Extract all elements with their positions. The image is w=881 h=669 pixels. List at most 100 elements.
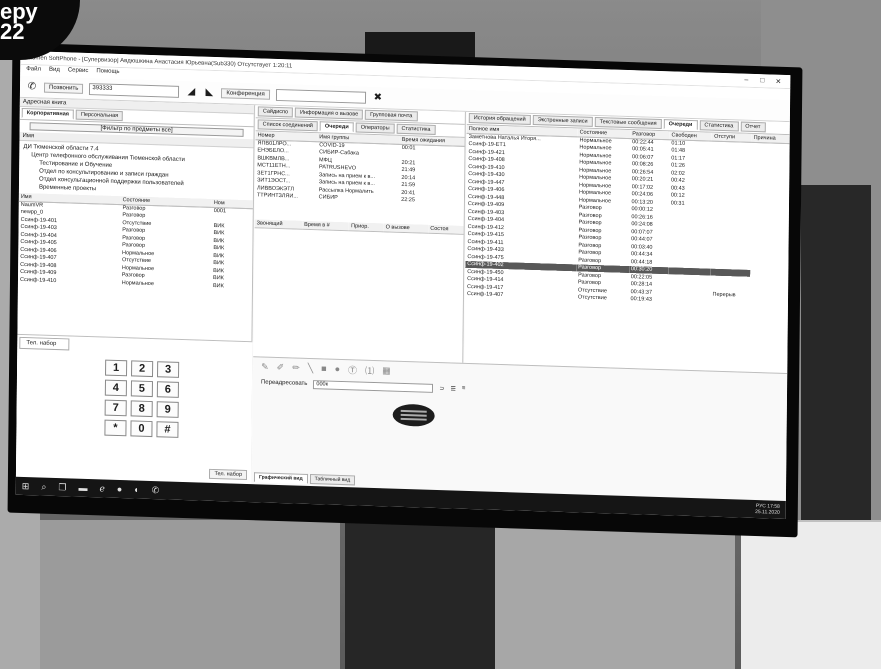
- column-header[interactable]: Звонящий: [254, 219, 303, 229]
- subtab-queues[interactable]: Очереди: [319, 121, 354, 133]
- tab-graphic-view[interactable]: Графический вид: [253, 472, 308, 484]
- table-cell: 22:25: [401, 197, 415, 204]
- keypad-key[interactable]: 0: [130, 420, 153, 438]
- tab-history[interactable]: История обращений: [468, 112, 531, 125]
- link-icon[interactable]: ⊃: [439, 385, 444, 392]
- column-header[interactable]: О вызове: [383, 223, 429, 233]
- grid-icon[interactable]: ▦: [382, 365, 391, 376]
- call-panel: ✎ ✐ ✏ ╲ ■ ● Ⓣ ⑴ ▦ Переадресовать 000к ⊃ …: [251, 356, 788, 501]
- menu-view[interactable]: Вид: [49, 67, 60, 76]
- forward-label: Переадресовать: [260, 379, 308, 387]
- menu-icon[interactable]: ≡: [462, 386, 466, 392]
- keypad-key[interactable]: 3: [157, 361, 180, 378]
- rect-icon[interactable]: ■: [321, 363, 327, 373]
- address-book-pane: Адресная книга Корпоративная Персональна…: [15, 97, 255, 485]
- handset-icon[interactable]: ✆: [26, 81, 38, 93]
- tab-emergency[interactable]: Экстренные записи: [532, 115, 593, 127]
- dark-door: [801, 185, 871, 535]
- brush-icon[interactable]: ✏: [292, 362, 300, 373]
- tab-sidispo[interactable]: Сайдиспо: [257, 106, 294, 118]
- browser-icon[interactable]: ℯ: [99, 483, 104, 494]
- table-cell: [668, 297, 711, 306]
- keypad-key[interactable]: #: [156, 421, 179, 438]
- white-cabinet: [741, 520, 881, 669]
- explorer-icon[interactable]: ▬: [78, 483, 87, 493]
- tab-report[interactable]: Отчет: [740, 121, 766, 133]
- keypad-key[interactable]: 8: [130, 400, 153, 418]
- tab-group-mail[interactable]: Групповая почта: [365, 109, 418, 122]
- phone-graphic-icon: [392, 403, 435, 427]
- floor-box-left: [40, 520, 340, 669]
- operators-body: Заметнова Наталья Иторя... Нормальное 00:2…: [465, 133, 790, 308]
- clock: РУС 17:58 25.11.2020: [755, 503, 780, 516]
- list-icon[interactable]: ☰: [450, 385, 455, 392]
- tab-corporate[interactable]: Корпоративная: [21, 107, 75, 120]
- tab-statistics[interactable]: Статистика: [699, 120, 739, 132]
- column-header[interactable]: Причина: [751, 133, 790, 144]
- subtab-operators[interactable]: Операторы: [355, 122, 395, 134]
- keypad-key[interactable]: 4: [104, 379, 127, 397]
- menu-service[interactable]: Сервис: [68, 67, 89, 77]
- screen: Naumen SoftPhone - [Супервизор] Авдюшкин…: [15, 50, 791, 519]
- contacts-body: NaumVR Разговор 0001 newpp_0 Разговор Ссинф-1…: [18, 201, 253, 291]
- close-icon[interactable]: ✕: [770, 77, 786, 86]
- circle-icon[interactable]: ●: [335, 364, 341, 374]
- tab-personal[interactable]: Персональная: [75, 109, 124, 122]
- tools-icon[interactable]: ✖: [372, 91, 384, 103]
- badge-text: 22: [0, 19, 25, 44]
- transfer-icon[interactable]: ◢: [185, 86, 197, 98]
- app-icon[interactable]: ◐: [134, 485, 140, 495]
- keypad-key[interactable]: 2: [131, 360, 154, 378]
- tab-call-info[interactable]: Информация о вызове: [295, 107, 364, 120]
- waiting-calls-table: Звонящий Время в # Приор. О вызове Состо…: [254, 219, 464, 234]
- line-icon[interactable]: ╲: [308, 362, 314, 373]
- tab-text-messages[interactable]: Текстовые сообщения: [594, 116, 662, 130]
- table-cell: [710, 298, 750, 307]
- column-header[interactable]: Время в #: [302, 220, 350, 231]
- softphone-icon[interactable]: ✆: [152, 485, 160, 496]
- keypad: 1 2 3 4 5 6 7 8 9 * 0 #: [104, 359, 180, 438]
- column-header[interactable]: Приор.: [349, 222, 384, 232]
- keypad-key[interactable]: 9: [156, 401, 179, 418]
- menu-help[interactable]: Помощь: [96, 68, 119, 78]
- menu-file[interactable]: Файл: [26, 66, 41, 75]
- text-icon[interactable]: Ⓣ: [348, 363, 357, 376]
- monitor: Naumen SoftPhone - [Супервизор] Авдюшкин…: [7, 42, 803, 538]
- call-button[interactable]: Позвонить: [43, 82, 84, 94]
- keypad-key[interactable]: 1: [105, 359, 128, 377]
- dialer-panel: Тел. набор 1 2 3 4 5 6 7 8 9 * 0 # Тел. набор: [15, 333, 253, 485]
- contacts-table: Имя Состояние Ном NaumVR Разговор 0001 newp…: [18, 192, 253, 291]
- minimize-icon[interactable]: –: [738, 76, 754, 84]
- number-icon[interactable]: ⑴: [365, 363, 374, 376]
- column-header[interactable]: Состоя: [428, 224, 464, 234]
- keypad-key[interactable]: 5: [130, 380, 153, 398]
- maximize-icon[interactable]: □: [754, 77, 770, 85]
- task-view-icon[interactable]: ❐: [58, 482, 66, 493]
- forward-input[interactable]: 000к: [313, 379, 434, 393]
- tab-queues[interactable]: Очереди: [663, 119, 698, 131]
- table-cell: 00:19:43: [630, 296, 652, 304]
- operators-table: Полное имя Состояние Разговор Свободен О…: [465, 124, 790, 308]
- conference-input[interactable]: [275, 88, 366, 104]
- main-area: Адресная книга Корпоративная Персональна…: [15, 97, 790, 501]
- table-cell: Нормальное: [121, 279, 154, 287]
- conference-button[interactable]: Конференция: [221, 87, 270, 100]
- keypad-key[interactable]: 6: [156, 381, 179, 398]
- keypad-key[interactable]: *: [104, 419, 127, 437]
- keypad-key[interactable]: 7: [104, 399, 127, 417]
- table-cell: ВИК: [212, 282, 224, 290]
- queues-body: ЯПВ01ЛРО... COVID-19 00:01 ЕНЭБЕЛО... СИБИР-…: [255, 139, 465, 206]
- hangup-icon[interactable]: ◣: [203, 86, 215, 98]
- search-icon[interactable]: ⌕: [41, 481, 46, 492]
- app-icon[interactable]: ●: [117, 484, 123, 494]
- subtab-connections[interactable]: Список соединений: [257, 119, 318, 132]
- date: 25.11.2020: [755, 509, 780, 516]
- pencil-icon[interactable]: ✐: [277, 361, 285, 372]
- call-number-input[interactable]: 393333: [89, 82, 180, 98]
- windows-start-icon[interactable]: ⊞: [22, 480, 30, 491]
- pen-icon[interactable]: ✎: [261, 361, 269, 372]
- dial-button[interactable]: Тел. набор: [209, 468, 248, 481]
- tab-table-view[interactable]: Табличный вид: [309, 474, 356, 486]
- subtab-statistics[interactable]: Статистика: [396, 123, 436, 135]
- tab-dialer[interactable]: Тел. набор: [19, 336, 70, 351]
